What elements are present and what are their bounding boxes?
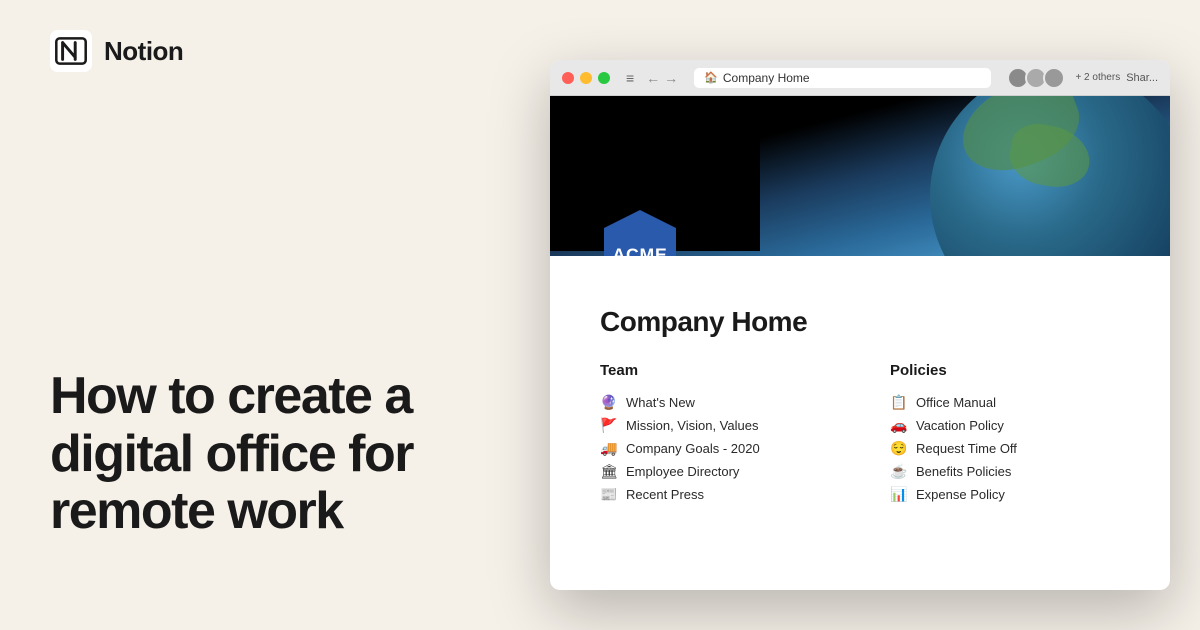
page-title: Company Home [600, 306, 1120, 338]
goals-link: Company Goals - 2020 [626, 441, 760, 456]
svg-text:ACME: ACME [612, 244, 667, 256]
browser-chrome: ≡ ← → 🏠 Company Home + 2 others Shar... [550, 60, 1170, 96]
acme-hexagon-svg: ACME [600, 206, 680, 256]
directory-link: Employee Directory [626, 464, 739, 479]
notion-icon [50, 30, 92, 72]
expense-link: Expense Policy [916, 487, 1005, 502]
browser-actions: + 2 others Shar... [1007, 67, 1158, 89]
hero-image: ACME [550, 96, 1170, 256]
benefits-icon: ☕ [890, 463, 908, 480]
press-icon: 📰 [600, 486, 618, 503]
maximize-button[interactable] [598, 72, 610, 84]
mission-icon: 🚩 [600, 417, 618, 434]
expense-icon: 📊 [890, 486, 908, 503]
list-item[interactable]: 😌 Request Time Off [890, 437, 1120, 460]
close-button[interactable] [562, 72, 574, 84]
back-arrow-icon[interactable]: ← [646, 70, 660, 86]
mission-link: Mission, Vision, Values [626, 418, 758, 433]
avatar-group [1007, 67, 1065, 89]
forward-arrow-icon[interactable]: → [664, 70, 678, 86]
browser-content: ACME Company Home Team 🔮 What's New 🚩 Mi… [550, 96, 1170, 590]
earth-landmass2 [1005, 120, 1094, 193]
list-item[interactable]: ☕ Benefits Policies [890, 460, 1120, 483]
team-header: Team [600, 362, 830, 379]
headline: How to create a digital office for remot… [50, 368, 510, 540]
browser-nav: ← → [646, 70, 678, 86]
traffic-lights [562, 72, 610, 84]
columns-layout: Team 🔮 What's New 🚩 Mission, Vision, Val… [600, 362, 1120, 506]
browser-window: ≡ ← → 🏠 Company Home + 2 others Shar... [550, 60, 1170, 590]
time-off-icon: 😌 [890, 440, 908, 457]
whats-new-icon: 🔮 [600, 394, 618, 411]
acme-badge: ACME [600, 206, 680, 256]
vacation-policy-icon: 🚗 [890, 417, 908, 434]
page-content: Company Home Team 🔮 What's New 🚩 Mission… [550, 256, 1170, 526]
whats-new-link: What's New [626, 395, 695, 410]
page-favicon: 🏠 [704, 71, 718, 84]
list-item[interactable]: 🏛 Employee Directory [600, 460, 830, 483]
address-bar[interactable]: 🏠 Company Home [694, 68, 991, 88]
list-item[interactable]: 🚩 Mission, Vision, Values [600, 414, 830, 437]
list-item[interactable]: 📋 Office Manual [890, 391, 1120, 414]
minimize-button[interactable] [580, 72, 592, 84]
benefits-link: Benefits Policies [916, 464, 1011, 479]
policies-column: Policies 📋 Office Manual 🚗 Vacation Poli… [890, 362, 1120, 506]
goals-icon: 🚚 [600, 440, 618, 457]
avatar-3 [1043, 67, 1065, 89]
list-item[interactable]: 📰 Recent Press [600, 483, 830, 506]
share-button[interactable]: Shar... [1126, 72, 1158, 84]
menu-icon: ≡ [626, 70, 634, 86]
office-manual-link: Office Manual [916, 395, 996, 410]
logo-area: Notion [50, 30, 510, 72]
list-item[interactable]: 🔮 What's New [600, 391, 830, 414]
list-item[interactable]: 🚚 Company Goals - 2020 [600, 437, 830, 460]
press-link: Recent Press [626, 487, 704, 502]
left-panel: Notion How to create a digital office fo… [0, 0, 560, 630]
team-column: Team 🔮 What's New 🚩 Mission, Vision, Val… [600, 362, 830, 506]
earth-sphere [930, 96, 1170, 256]
office-manual-icon: 📋 [890, 394, 908, 411]
vacation-policy-link: Vacation Policy [916, 418, 1004, 433]
list-item[interactable]: 📊 Expense Policy [890, 483, 1120, 506]
list-item[interactable]: 🚗 Vacation Policy [890, 414, 1120, 437]
others-count: + 2 others [1075, 72, 1120, 83]
notion-label: Notion [104, 36, 183, 67]
address-text: Company Home [723, 71, 810, 85]
time-off-link: Request Time Off [916, 441, 1017, 456]
directory-icon: 🏛 [600, 463, 618, 480]
policies-header: Policies [890, 362, 1120, 379]
